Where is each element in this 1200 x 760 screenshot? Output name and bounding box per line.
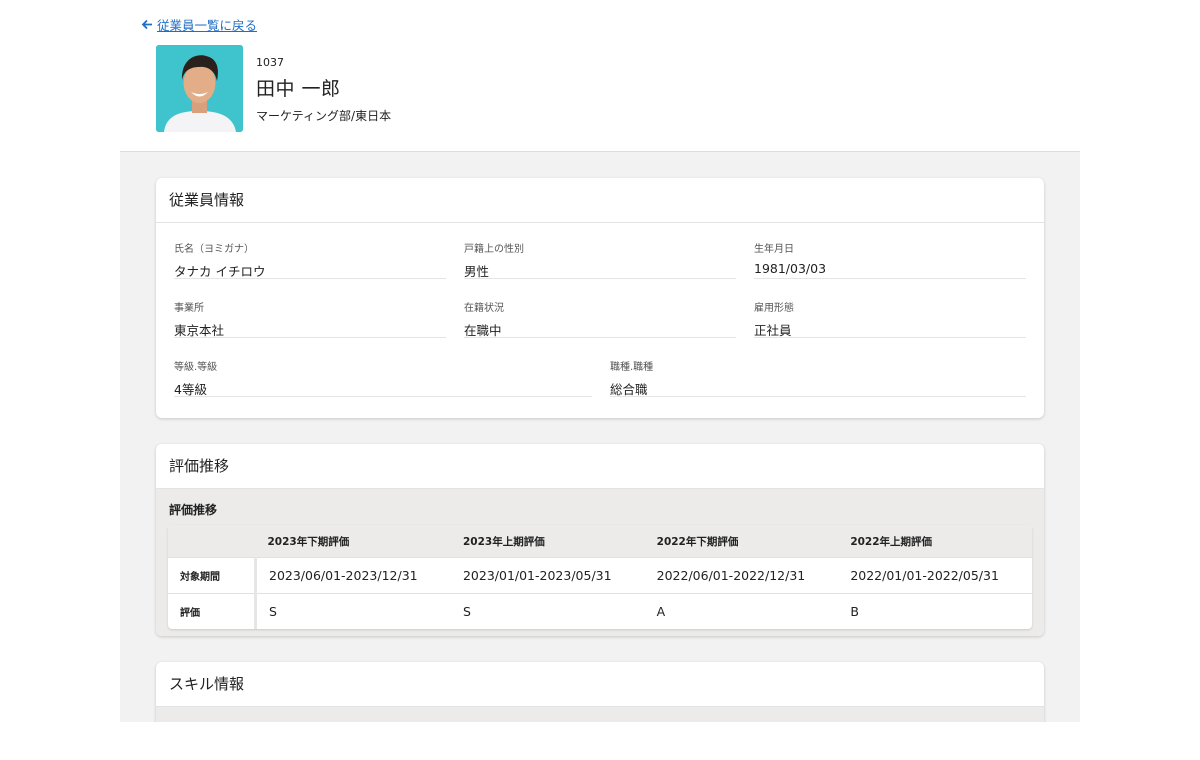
field-value: 1981/03/03 — [754, 261, 827, 276]
employee-info-card: 従業員情報 氏名（ヨミガナ） タナカ イチロウ 戸籍上の性別 男性 生年月日 1… — [156, 178, 1044, 418]
field-employment-type: 雇用形態 正社員 — [754, 295, 1026, 338]
evaluation-table: 2023年下期評価 2023年上期評価 2022年下期評価 2022年上期評価 … — [168, 525, 1032, 629]
table-header-row: 2023年下期評価 2023年上期評価 2022年下期評価 2022年上期評価 — [168, 525, 1032, 558]
field-label: 氏名（ヨミガナ） — [174, 244, 254, 255]
table-corner-cell — [168, 525, 256, 558]
table-cell: S — [462, 604, 471, 619]
field-job-type: 職種.職種 総合職 — [610, 354, 1026, 397]
table-row: 対象期間 2023/06/01-2023/12/31 2023/01/01-20… — [168, 557, 1032, 594]
employee-info-title: 従業員情報 — [156, 178, 1044, 223]
field-label: 事業所 — [174, 303, 204, 314]
table-cell: 2023/06/01-2023/12/31 — [269, 568, 418, 583]
evaluation-section-title: 評価推移 — [169, 503, 218, 517]
evaluation-section: 評価推移 2023年下期評価 2023年上期評価 2022年下期評価 2022年… — [156, 489, 1044, 636]
field-reading: 氏名（ヨミガナ） タナカ イチロウ — [174, 236, 446, 279]
field-label: 職種.職種 — [610, 362, 654, 373]
field-value: タナカ イチロウ — [174, 264, 266, 279]
evaluation-card-title: 評価推移 — [156, 444, 1044, 489]
field-grade: 等級.等級 4等級 — [174, 354, 592, 397]
field-value: 東京本社 — [174, 323, 225, 338]
skills-card: スキル情報 — [156, 662, 1044, 722]
employee-id: 1037 — [256, 56, 284, 69]
employee-department: マーケティング部/東日本 — [256, 109, 392, 123]
employee-name: 田中 一郎 — [256, 78, 341, 100]
row-header: 対象期間 — [168, 557, 257, 594]
field-office: 事業所 東京本社 — [174, 295, 446, 338]
back-link-label: 従業員一覧に戻る — [157, 18, 258, 33]
table-cell: 2022/01/01-2022/05/31 — [850, 568, 999, 583]
field-value: 在職中 — [464, 323, 502, 338]
table-cell: A — [656, 604, 666, 619]
field-gender: 戸籍上の性別 男性 — [464, 236, 736, 279]
field-label: 生年月日 — [754, 244, 794, 255]
main-content: 従業員情報 氏名（ヨミガナ） タナカ イチロウ 戸籍上の性別 男性 生年月日 1… — [120, 151, 1080, 722]
column-header: 2022年下期評価 — [644, 525, 839, 558]
field-value: 男性 — [464, 264, 490, 279]
back-to-employee-list-link[interactable]: 従業員一覧に戻る — [141, 15, 257, 34]
avatar — [156, 45, 243, 132]
evaluation-card: 評価推移 評価推移 2023年下期評価 2023年上期評価 2022年下期評価 … — [156, 444, 1044, 636]
table-cell: 2023/01/01-2023/05/31 — [462, 568, 612, 583]
column-header: 2023年上期評価 — [450, 525, 645, 558]
field-birthdate: 生年月日 1981/03/03 — [754, 236, 1026, 279]
table-cell: 2022/06/01-2022/12/31 — [656, 568, 806, 583]
field-label: 戸籍上の性別 — [464, 244, 524, 255]
table-row: 評価 S S A B — [168, 593, 1032, 629]
column-header: 2022年上期評価 — [838, 525, 1032, 558]
field-label: 雇用形態 — [754, 303, 794, 314]
field-label: 在籍状況 — [464, 303, 504, 314]
column-header: 2023年下期評価 — [255, 525, 451, 558]
table-cell: B — [850, 604, 859, 619]
skills-section — [156, 707, 1044, 722]
employee-profile-header: 1037 田中 一郎 マーケティング部/東日本 — [156, 45, 391, 132]
field-value: 4等級 — [174, 382, 207, 397]
field-value: 総合職 — [610, 382, 648, 397]
row-header: 評価 — [168, 593, 257, 629]
skills-card-title: スキル情報 — [156, 662, 1044, 707]
field-value: 正社員 — [754, 323, 792, 338]
table-cell: S — [269, 604, 277, 619]
arrow-left-icon — [141, 19, 153, 30]
field-label: 等級.等級 — [174, 362, 218, 373]
field-employment-status: 在籍状況 在職中 — [464, 295, 736, 338]
